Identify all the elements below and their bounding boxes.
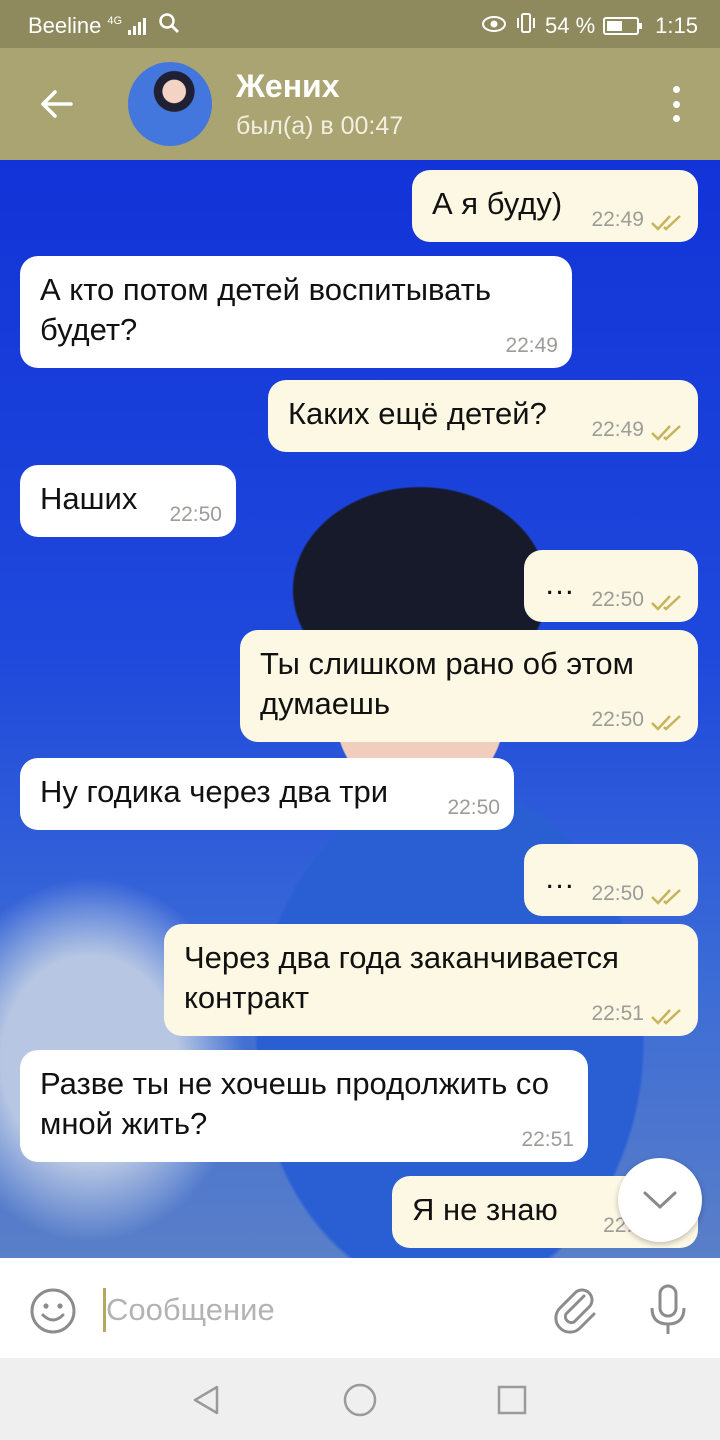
- scroll-to-bottom-button[interactable]: [618, 1158, 702, 1242]
- message-bubble[interactable]: Через два года заканчивается контракт 22…: [164, 924, 698, 1036]
- message-time: 22:51: [521, 1128, 574, 1151]
- message-text: Я не знаю: [412, 1192, 558, 1227]
- message-text: Ну годика через два три: [40, 774, 389, 809]
- vibrate-icon: [515, 12, 537, 40]
- avatar[interactable]: [128, 62, 212, 146]
- signal-icon: [128, 17, 147, 35]
- emoji-button[interactable]: [28, 1286, 78, 1336]
- carrier-name: Beeline: [28, 13, 102, 38]
- message-time: 22:50: [169, 503, 222, 526]
- network-type: 4G: [107, 15, 123, 27]
- message-time: 22:50: [591, 882, 644, 905]
- message-time: 22:50: [591, 708, 644, 731]
- message-text: А я буду): [432, 186, 563, 221]
- message-text: Наших: [40, 481, 138, 516]
- back-arrow-icon: [41, 90, 73, 118]
- check-double-icon: [651, 715, 681, 731]
- eye-comfort-icon: [481, 13, 507, 39]
- message-bubble[interactable]: Ты слишком рано об этом думаешь 22:50: [240, 630, 698, 742]
- microphone-icon: [650, 1284, 686, 1334]
- nav-recents-icon: [497, 1385, 527, 1415]
- message-time: 22:49: [505, 334, 558, 357]
- search-icon: [158, 12, 180, 40]
- message-text: Через два года заканчивается контракт: [184, 940, 619, 1015]
- check-double-icon: [651, 889, 681, 905]
- chevron-down-icon: [643, 1191, 677, 1209]
- message-time: 22:50: [591, 588, 644, 611]
- message-bubble[interactable]: Ну годика через два три 22:50: [20, 758, 514, 830]
- chat-header: Жених был(а) в 00:47: [0, 48, 720, 160]
- back-button[interactable]: [30, 78, 82, 130]
- nav-back-button[interactable]: [184, 1378, 228, 1422]
- more-vert-icon: [672, 86, 680, 93]
- system-navigation-bar: [0, 1358, 720, 1440]
- check-double-icon: [651, 1009, 681, 1025]
- message-text: Разве ты не хочешь продолжить со мной жи…: [40, 1066, 549, 1141]
- message-input[interactable]: [106, 1282, 526, 1338]
- nav-recents-button[interactable]: [490, 1378, 534, 1422]
- message-bubble[interactable]: … 22:50: [524, 844, 698, 916]
- emoji-icon: [30, 1288, 76, 1334]
- message-time: 22:51: [591, 1002, 644, 1025]
- message-bubble[interactable]: Наших 22:50: [20, 465, 236, 537]
- battery-icon: [603, 17, 643, 35]
- check-double-icon: [651, 425, 681, 441]
- battery-percent: 54 %: [545, 13, 596, 38]
- message-text: Каких ещё детей?: [288, 396, 547, 431]
- last-seen-status: был(а) в 00:47: [236, 112, 404, 140]
- message-composer: [0, 1258, 720, 1358]
- paperclip-icon: [554, 1288, 596, 1334]
- message-bubble[interactable]: Разве ты не хочешь продолжить со мной жи…: [20, 1050, 588, 1162]
- message-text: …: [544, 566, 575, 601]
- clock: 1:15: [655, 13, 698, 38]
- nav-back-icon: [193, 1385, 219, 1415]
- message-list[interactable]: А я буду) 22:49 А кто потом детей воспит…: [0, 160, 720, 1258]
- message-text: Ты слишком рано об этом думаешь: [260, 646, 634, 721]
- nav-home-icon: [343, 1383, 377, 1417]
- message-text: …: [544, 860, 575, 895]
- message-time: 22:49: [591, 208, 644, 231]
- message-text: А кто потом детей воспитывать будет?: [40, 272, 492, 347]
- contact-name[interactable]: Жених: [236, 68, 340, 105]
- check-double-icon: [651, 595, 681, 611]
- status-bar: Beeline 4G 54 % 1:15: [0, 0, 720, 48]
- message-bubble[interactable]: … 22:50: [524, 550, 698, 622]
- nav-home-button[interactable]: [338, 1378, 382, 1422]
- voice-message-button[interactable]: [644, 1282, 692, 1338]
- attach-button[interactable]: [550, 1284, 602, 1336]
- message-bubble[interactable]: Каких ещё детей? 22:49: [268, 380, 698, 452]
- more-options-button[interactable]: [662, 82, 690, 126]
- message-time: 22:49: [591, 418, 644, 441]
- message-bubble[interactable]: А кто потом детей воспитывать будет? 22:…: [20, 256, 572, 368]
- check-double-icon: [651, 215, 681, 231]
- message-time: 22:50: [447, 796, 500, 819]
- message-bubble[interactable]: А я буду) 22:49: [412, 170, 698, 242]
